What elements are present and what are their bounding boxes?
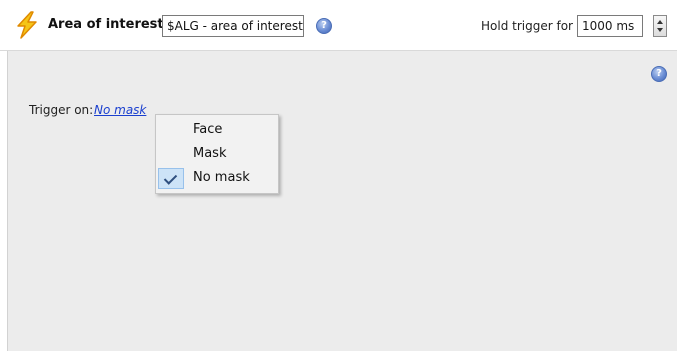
checkmark-icon (158, 168, 184, 189)
hold-trigger-input[interactable]: 1000 ms (577, 15, 643, 37)
spinner-up-icon[interactable] (657, 20, 663, 24)
hold-trigger-label: Hold trigger for (481, 19, 573, 33)
settings-panel (7, 51, 677, 351)
trigger-dropdown-menu: Face Mask No mask (155, 114, 279, 194)
page-title: Area of interest (48, 17, 164, 32)
menu-item-face[interactable]: Face (156, 118, 278, 142)
spinner-down-icon[interactable] (657, 28, 663, 32)
lightning-bolt-icon (17, 11, 37, 39)
panel-help-icon[interactable]: ? (651, 66, 667, 82)
menu-item-label: Mask (193, 146, 227, 161)
menu-item-label: No mask (193, 170, 250, 185)
hold-trigger-spinner[interactable] (653, 15, 667, 37)
menu-item-label: Face (193, 122, 223, 137)
name-input[interactable]: $ALG - area of interest (162, 15, 304, 37)
menu-item-mask[interactable]: Mask (156, 142, 278, 166)
header-bar: Area of interest $ALG - area of interest… (0, 0, 677, 51)
trigger-on-label: Trigger on: (29, 103, 94, 117)
help-icon[interactable]: ? (316, 18, 332, 34)
trigger-on-link[interactable]: No mask (94, 103, 146, 117)
menu-item-no-mask[interactable]: No mask (156, 166, 278, 190)
